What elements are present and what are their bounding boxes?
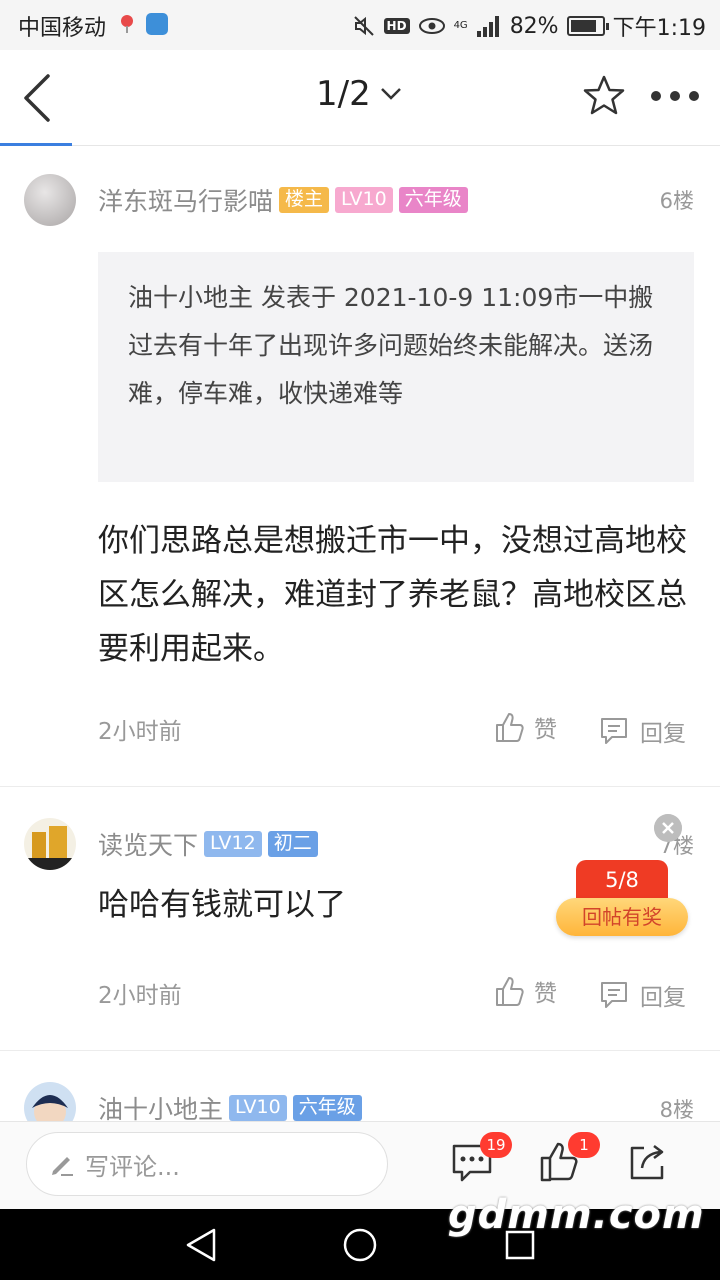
network-type: 4G [453, 20, 468, 31]
top-nav: 1/2 [0, 50, 720, 146]
post-time: 2小时前 [98, 983, 182, 1009]
battery-percent: 82% [509, 13, 559, 39]
post-content: 你们思路总是想搬迁市一中，没想过高地校区怎么解决，难道封了养老鼠？高地校区总要利… [98, 523, 687, 667]
back-icon[interactable] [16, 70, 60, 126]
location-icon [121, 15, 133, 33]
page-progress-indicator [0, 143, 72, 146]
battery-icon [566, 16, 609, 36]
floor-number: 8楼 [659, 1098, 694, 1122]
nav-home-icon[interactable] [342, 1227, 378, 1263]
divider [0, 786, 720, 787]
comment-count-badge: 19 [480, 1132, 512, 1158]
level-badge: LV10 [335, 187, 393, 213]
comment-input[interactable]: 写评论... [26, 1132, 388, 1196]
clock: 下午1:19 [612, 16, 706, 41]
share-icon[interactable] [626, 1140, 670, 1184]
pencil-icon [52, 1157, 73, 1176]
reply-button[interactable]: 回复 [598, 978, 686, 1012]
avatar[interactable] [24, 174, 76, 226]
grade-badge: 六年级 [398, 187, 468, 213]
grade-badge: 六年级 [292, 1095, 362, 1121]
comments-button[interactable]: 19 [450, 1132, 512, 1184]
chevron-down-icon [380, 88, 401, 100]
level-badge: LV12 [204, 831, 262, 857]
post-author[interactable]: 洋东斑马行影喵 楼主 LV10 六年级 [98, 182, 468, 218]
page-selector[interactable]: 1/2 [316, 74, 403, 114]
comment-placeholder: 写评论... [85, 1152, 180, 1181]
star-icon[interactable] [582, 74, 626, 118]
like-post-button[interactable]: 1 [538, 1132, 600, 1184]
like-label: 赞 [534, 981, 557, 1007]
status-right: HD 4G 82% 下午1:19 [352, 10, 706, 42]
thumbs-up-icon [496, 713, 524, 742]
like-count-badge: 1 [568, 1132, 600, 1158]
reply-label: 回复 [640, 721, 686, 747]
eye-icon [418, 18, 445, 34]
username: 读览天下 [98, 831, 199, 860]
hd-icon: HD [383, 18, 410, 34]
owner-badge: 楼主 [279, 187, 330, 213]
reward-button[interactable]: 回帖有奖 [556, 898, 688, 936]
floor-number: 6楼 [659, 189, 694, 213]
comment-icon [601, 718, 627, 744]
close-icon[interactable] [654, 814, 682, 842]
thumbs-up-icon [496, 977, 524, 1006]
reward-progress: 5/8 [576, 860, 668, 900]
username: 洋东斑马行影喵 [98, 187, 274, 216]
signal-icon [476, 16, 499, 37]
avatar[interactable] [24, 818, 76, 870]
like-button[interactable]: 赞 [494, 710, 557, 744]
nav-back-icon[interactable] [184, 1227, 218, 1263]
reply-label: 回复 [640, 985, 686, 1011]
like-button[interactable]: 赞 [494, 974, 557, 1008]
more-icon[interactable] [650, 90, 700, 102]
level-badge: LV10 [229, 1095, 287, 1121]
comment-icon [601, 982, 627, 1008]
like-label: 赞 [534, 717, 557, 743]
mute-icon [353, 16, 374, 36]
page-indicator: 1/2 [316, 74, 371, 114]
divider [0, 1050, 720, 1051]
watermark: gdmm.com [448, 1192, 705, 1238]
carrier-label: 中国移动 [18, 16, 107, 41]
post-author[interactable]: 读览天下 LV12 初二 [98, 826, 318, 862]
grade-badge: 初二 [267, 831, 318, 857]
reply-button[interactable]: 回复 [598, 714, 686, 748]
post-time: 2小时前 [98, 719, 182, 745]
status-bar: 中国移动 HD 4G 82% 下午1:19 [0, 0, 720, 50]
app-notification-icon [146, 13, 168, 35]
quoted-post[interactable]: 油十小地主 发表于 2021-10-9 11:09市一中搬过去有十年了出现许多问… [98, 252, 694, 482]
